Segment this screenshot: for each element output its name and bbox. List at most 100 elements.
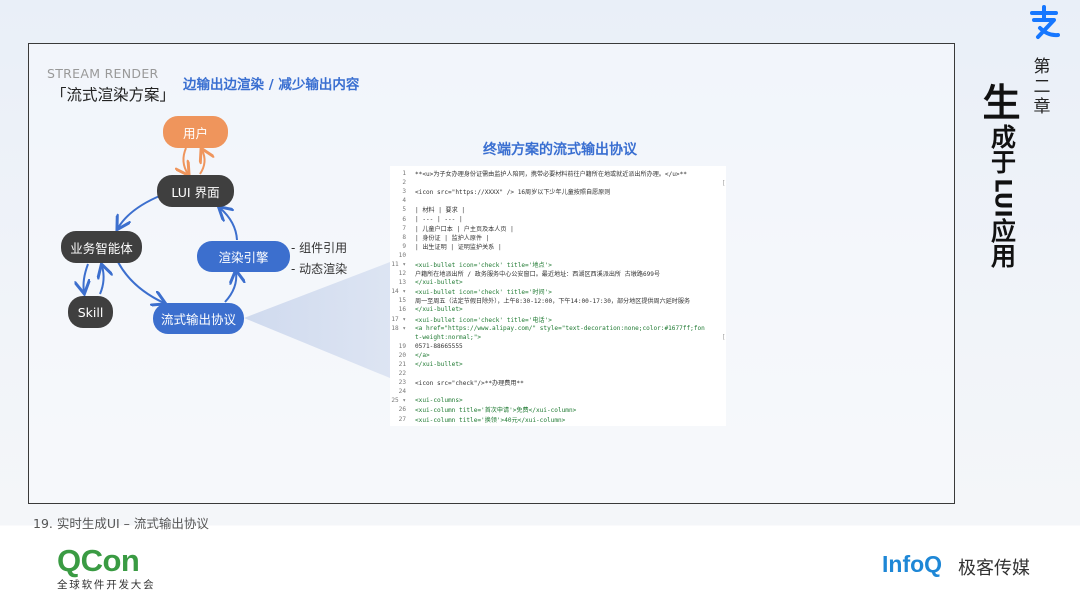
- code-text: <xui-columns>: [415, 397, 463, 405]
- code-lines: 1 **<u>为子女办理身份证需由监护人陪同，携带必要材料前往户籍所在地或就近派出…: [390, 169, 726, 424]
- line-number: 24: [398, 388, 406, 396]
- code-text: t-weight:normal;">: [415, 333, 482, 341]
- code-text: 户籍所在地派出所 / 政务服务中心公安窗口。最近地址：西湖区西溪派出所 古墩路6…: [415, 271, 661, 279]
- code-line: 13 </xui-bullet>: [390, 278, 726, 287]
- code-text: </a>: [415, 351, 430, 359]
- vertical-title-line2: 应用: [987, 218, 1017, 268]
- arrow-lui-to-user: [200, 150, 205, 175]
- slide-caption: 19. 实时生成UI – 流式输出协议: [33, 516, 209, 531]
- code-text: 0571-88665555: [415, 342, 463, 350]
- code-panel: 1 **<u>为子女办理身份证需由监护人陪同，携带必要材料前往户籍所在地或就近派出…: [390, 166, 726, 426]
- arrow-lui-to-business: [118, 194, 163, 228]
- line-number: 18 ▾: [391, 324, 406, 332]
- code-line: 7 | 儿童户口本 | 户主页及本人页 |: [390, 224, 726, 233]
- code-line: 21 </xui-bullet>: [390, 360, 726, 369]
- code-text: **<u>为子女办理身份证需由监护人陪同，携带必要材料前往户籍所在地或就近派出所…: [415, 171, 687, 179]
- line-number: 21: [398, 361, 406, 369]
- code-text: <xui-bullet icon='check' title='时间'>: [415, 289, 552, 297]
- line-number: 2: [402, 179, 406, 187]
- code-line: 5 | 材料 | 要求 |: [390, 205, 726, 214]
- infoq-cn-label: 极客传媒: [958, 558, 1030, 579]
- vertical-title-latin: LUI: [989, 178, 1015, 218]
- line-number: 17 ▾: [391, 315, 406, 323]
- line-number: 22: [398, 370, 406, 378]
- line-number: 7: [402, 224, 406, 232]
- node-lui: LUI 界面: [157, 175, 234, 207]
- line-number: 23: [398, 379, 406, 387]
- arrow-user-to-lui: [183, 147, 188, 174]
- line-number: 25 ▾: [391, 397, 406, 405]
- code-line: 11 ▾ <xui-bullet icon='check' title='地点'>: [390, 260, 726, 269]
- qcon-subtitle: 全球软件开发大会: [57, 579, 156, 591]
- node-user: 用户: [163, 116, 228, 148]
- code-line: 1 **<u>为子女办理身份证需由监护人陪同，携带必要材料前往户籍所在地或就近派出…: [390, 169, 726, 178]
- code-line: 15 周一至周五（法定节假日除外），上午8:30-12:00，下午14:00-1…: [390, 296, 726, 305]
- code-line: 6 | --- | --- |: [390, 214, 726, 223]
- line-number: 1: [402, 170, 406, 178]
- code-line: 17 ▾ <xui-bullet icon='check' title='电话'>: [390, 315, 726, 324]
- code-text: <xui-column title='首次申请'>免费</xui-column>: [415, 407, 577, 415]
- code-text: <xui-bullet icon='check' title='电话'>: [415, 316, 552, 324]
- infoq-logo: InfoQ: [882, 551, 943, 577]
- arrow-protocol-to-render: [224, 272, 236, 303]
- code-line: 25 ▾ <xui-columns>: [390, 396, 726, 405]
- code-line: 12 户籍所在地派出所 / 政务服务中心公安窗口。最近地址：西湖区西溪派出所 古…: [390, 269, 726, 278]
- code-line: 16 </xui-bullet>: [390, 305, 726, 314]
- code-line: 26 <xui-column title='首次申请'>免费</xui-colu…: [390, 405, 726, 414]
- line-number: 11 ▾: [391, 260, 406, 268]
- chapter-label: 第二章: [1033, 57, 1051, 117]
- code-text: </xui-bullet>: [415, 279, 463, 287]
- code-line: 2: [390, 178, 726, 187]
- arrow-render-to-lui: [220, 208, 238, 241]
- arrow-skill-to-business: [100, 266, 104, 295]
- code-text: <xui-bullet icon='check' title='地点'>: [415, 261, 552, 269]
- line-number: 16: [398, 306, 406, 314]
- code-line: 18 ▾ <a href="https://www.alipay.com/" s…: [390, 324, 726, 333]
- vertical-title: 生 成于 LUI 应用: [979, 82, 1024, 272]
- line-number: 15: [398, 297, 406, 305]
- node-business-agent: 业务智能体: [61, 231, 142, 263]
- node-stream-protocol: 流式输出协议: [153, 303, 244, 334]
- scroll-mark: [: [722, 334, 725, 341]
- code-text: | 材料 | 要求 |: [415, 207, 466, 215]
- vertical-title-line1: 成于: [987, 124, 1017, 174]
- line-number: 9: [402, 242, 406, 250]
- line-number: 12: [398, 270, 406, 278]
- code-text: <xui-column title='换领'>40元</xui-column>: [415, 416, 566, 424]
- line-number: 10: [398, 251, 406, 259]
- code-line: t-weight:normal;">: [390, 333, 726, 342]
- line-number: 6: [402, 215, 406, 223]
- node-render-engine: 渲染引擎: [197, 241, 290, 272]
- code-line: 14 ▾ <xui-bullet icon='check' title='时间'>: [390, 287, 726, 296]
- code-line: 23 <icon src="check"/>**办理费用**: [390, 378, 726, 387]
- code-text: <icon src="check"/>**办理费用**: [415, 380, 524, 388]
- arrow-business-to-skill: [84, 263, 89, 292]
- line-number: 4: [402, 197, 406, 205]
- code-text: <a href="https://www.alipay.com/" style=…: [415, 324, 705, 332]
- qcon-logo: QCon: [57, 543, 140, 578]
- code-line: 4: [390, 196, 726, 205]
- line-number: 8: [402, 233, 406, 241]
- code-line: 24: [390, 387, 726, 396]
- line-number: 27: [398, 415, 406, 423]
- line-number: 3: [402, 188, 406, 196]
- line-number: 26: [398, 406, 406, 414]
- line-number: 20: [398, 351, 406, 359]
- code-text: </xui-bullet>: [415, 306, 463, 314]
- protocol-title: 终端方案的流式输出协议: [483, 142, 637, 158]
- vertical-title-big: 生: [982, 81, 1021, 125]
- code-line: 8 | 身份证 | 监护人原件 |: [390, 233, 726, 242]
- render-note-component: - 组件引用: [291, 241, 348, 255]
- code-text: <icon src="https://XXXX" /> 16周岁以下少年儿童按照…: [415, 189, 611, 197]
- code-line: 27 <xui-column title='换领'>40元</xui-colum…: [390, 415, 726, 424]
- render-note-dynamic: - 动态渲染: [291, 262, 348, 276]
- code-line: 19 0571-88665555: [390, 342, 726, 351]
- arrow-business-to-protocol: [117, 261, 164, 303]
- code-line: 3 <icon src="https://XXXX" /> 16周岁以下少年儿童按…: [390, 187, 726, 196]
- line-number: 5: [402, 206, 406, 214]
- code-line: 10: [390, 251, 726, 260]
- code-text: | 身份证 | 监护人原件 |: [415, 234, 490, 242]
- line-number: 19: [398, 342, 406, 350]
- code-text: | 儿童户口本 | 户主页及本人页 |: [415, 225, 514, 233]
- line-number: 14 ▾: [391, 288, 406, 296]
